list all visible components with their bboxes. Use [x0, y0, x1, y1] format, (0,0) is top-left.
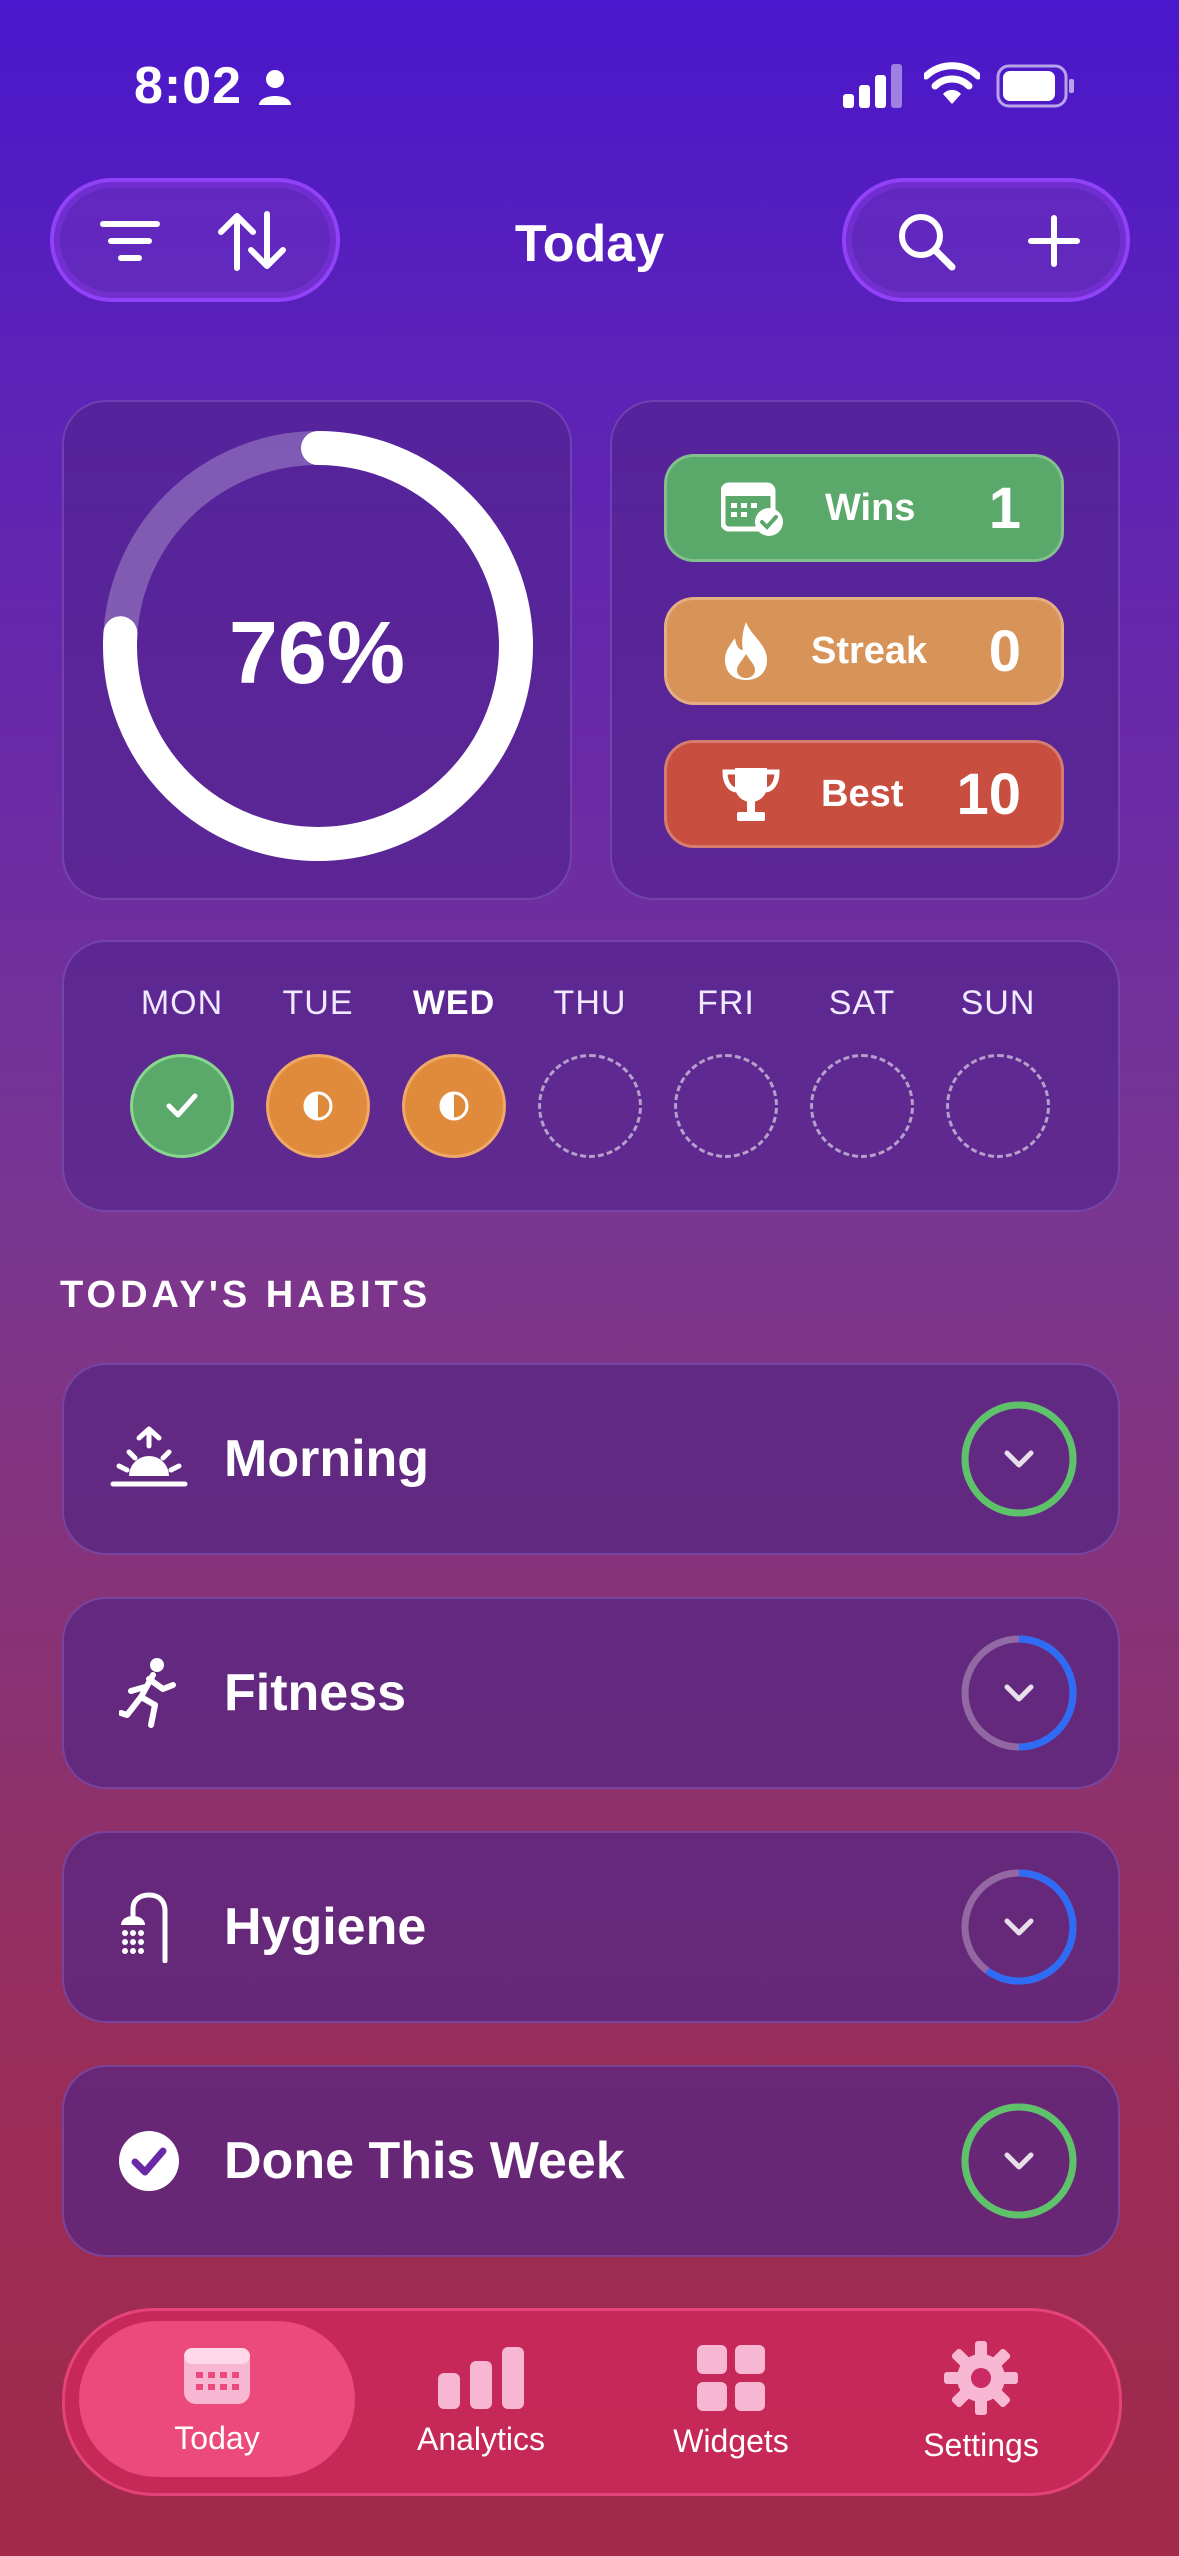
expand-chevron-button[interactable] — [960, 1634, 1078, 1752]
habit-label: Done This Week — [224, 2132, 625, 2190]
day-status-sat[interactable] — [810, 1054, 914, 1158]
stat-label: Streak — [811, 629, 928, 672]
habit-label: Hygiene — [224, 1898, 427, 1956]
search-icon — [899, 214, 956, 271]
habit-label: Fitness — [224, 1664, 407, 1722]
running-icon — [104, 1648, 194, 1738]
tab-today[interactable]: Today — [79, 2321, 355, 2477]
trophy-icon — [721, 764, 781, 824]
cellular-signal-icon — [843, 64, 902, 108]
day-status-mon[interactable] — [130, 1054, 234, 1158]
checkmark-circle-icon — [104, 2116, 194, 2206]
day-status-fri[interactable] — [674, 1054, 778, 1158]
expand-chevron-button[interactable] — [960, 1400, 1078, 1518]
tab-settings[interactable]: Settings — [861, 2311, 1101, 2493]
flame-icon — [721, 620, 771, 682]
day-status-sun[interactable] — [946, 1054, 1050, 1158]
tab-label: Settings — [923, 2426, 1039, 2463]
section-title: TODAY'S HABITS — [60, 1274, 432, 1316]
stats-card: Wins 1 Streak 0 Best 10 — [610, 400, 1120, 900]
day-label-wed: WED — [412, 984, 496, 1022]
day-label-sat: SAT — [828, 984, 896, 1022]
day-label-mon: MON — [140, 984, 224, 1022]
bar-chart-icon — [436, 2346, 526, 2409]
tab-label: Widgets — [673, 2422, 789, 2459]
day-status-wed[interactable] — [402, 1054, 506, 1158]
tab-bar: Today Analytics Widgets Settings — [62, 2308, 1122, 2496]
stat-value: 10 — [956, 761, 1021, 827]
week-card: MON TUE WED THU FRI SAT SUN — [62, 940, 1120, 1212]
half-circle-icon — [303, 1091, 333, 1121]
person-icon — [259, 70, 291, 105]
progress-card: 76% — [62, 400, 572, 900]
gear-icon — [944, 2340, 1018, 2415]
day-label-thu: THU — [553, 984, 627, 1022]
battery-icon — [996, 64, 1074, 108]
chevron-down-icon — [1004, 2152, 1034, 2170]
day-status-tue[interactable] — [266, 1054, 370, 1158]
stat-best[interactable]: Best 10 — [664, 740, 1064, 848]
habit-row-hygiene[interactable]: Hygiene — [62, 1831, 1120, 2023]
tab-label: Today — [174, 2419, 260, 2456]
habit-row-fitness[interactable]: Fitness — [62, 1597, 1120, 1789]
habit-label: Morning — [224, 1430, 430, 1488]
search-button[interactable] — [878, 196, 974, 286]
chevron-down-icon — [1004, 1918, 1034, 1936]
stat-streak[interactable]: Streak 0 — [664, 597, 1064, 705]
stat-label: Best — [821, 772, 904, 815]
progress-percent: 76% — [228, 603, 406, 702]
calendar-icon — [182, 2342, 252, 2408]
stat-wins[interactable]: Wins 1 — [664, 454, 1064, 562]
half-circle-icon — [439, 1091, 469, 1121]
wifi-icon — [924, 62, 980, 104]
tab-analytics[interactable]: Analytics — [361, 2311, 601, 2493]
day-label-tue: TUE — [282, 984, 354, 1022]
widgets-grid-icon — [697, 2344, 765, 2411]
stat-value: 1 — [988, 475, 1021, 541]
checkmark-icon — [166, 1093, 198, 1118]
calendar-check-icon — [721, 479, 785, 537]
plus-icon — [1028, 215, 1080, 267]
habit-row-done-this-week[interactable]: Done This Week — [62, 2065, 1120, 2257]
stat-value: 0 — [988, 618, 1021, 684]
day-label-fri: FRI — [697, 984, 755, 1022]
sunrise-icon — [104, 1414, 194, 1504]
day-label-sun: SUN — [960, 984, 1036, 1022]
expand-chevron-button[interactable] — [960, 2102, 1078, 2220]
stat-label: Wins — [825, 486, 916, 529]
tab-label: Analytics — [416, 2420, 546, 2457]
tab-widgets[interactable]: Widgets — [611, 2311, 851, 2493]
shower-icon — [104, 1882, 194, 1972]
habit-row-morning[interactable]: Morning — [62, 1363, 1120, 1555]
chevron-down-icon — [1004, 1684, 1034, 1702]
search-add-group — [842, 178, 1130, 302]
chevron-down-icon — [1004, 1450, 1034, 1468]
day-status-thu[interactable] — [538, 1054, 642, 1158]
expand-chevron-button[interactable] — [960, 1868, 1078, 1986]
add-button[interactable] — [1006, 196, 1102, 286]
status-time: 8:02 — [134, 57, 243, 115]
